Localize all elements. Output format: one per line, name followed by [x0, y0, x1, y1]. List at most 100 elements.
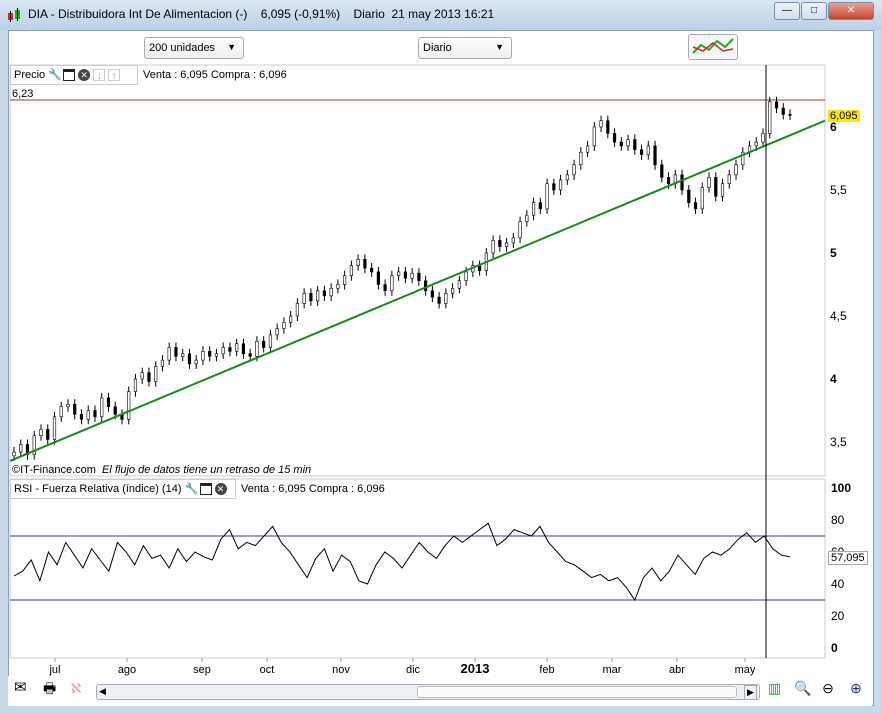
price-tick-label: 4,5	[830, 309, 847, 323]
candle-body	[100, 397, 104, 418]
chart-area[interactable]: 65,554,543,5 100806040200 julagosepoctno…	[0, 0, 882, 714]
candle-body	[295, 303, 300, 317]
rsi-tick-label: 40	[831, 577, 845, 591]
candle-body	[606, 120, 610, 134]
window-icon[interactable]	[63, 69, 76, 81]
close-circle-icon[interactable]: ✕	[214, 483, 227, 495]
candle-body	[774, 101, 779, 109]
price-panel-label: Precio	[14, 69, 46, 81]
print-icon[interactable]: 🖶	[43, 681, 56, 695]
candle-body	[720, 183, 725, 197]
zoom-fit-icon[interactable]: 🔍	[794, 681, 811, 695]
candle-body	[525, 214, 529, 222]
time-tick-label: nov	[332, 664, 350, 676]
candle-body	[424, 280, 428, 292]
wrench-icon[interactable]: 🔧	[48, 69, 62, 81]
candle-body	[444, 293, 448, 304]
high-label: 6,23	[12, 88, 34, 100]
candle-body	[316, 290, 320, 302]
candle-body	[660, 164, 664, 178]
candle-body	[86, 410, 90, 420]
email-icon[interactable]: ✉	[14, 680, 27, 695]
move-up-icon[interactable]: ↑	[108, 69, 121, 82]
candle-body	[572, 164, 576, 176]
unlink-icon[interactable]: ℵ	[70, 681, 82, 695]
candle-body	[275, 328, 279, 336]
candle-body	[181, 353, 185, 357]
scroll-left-icon[interactable]: ◀	[99, 686, 106, 697]
last-price-badge: 6,095	[828, 110, 860, 122]
horizontal-scrollbar[interactable]: ◀	[96, 684, 760, 700]
price-tick-label: 6	[830, 120, 837, 134]
copyright: ©IT-Finance.com	[12, 464, 96, 476]
time-tick-label: mar	[603, 664, 622, 676]
candle-body	[599, 120, 603, 128]
candle-body	[477, 265, 482, 271]
candle-body	[430, 290, 434, 298]
candle-body	[552, 183, 556, 191]
candle-body	[558, 179, 563, 191]
candle-body	[754, 141, 758, 147]
candle-body	[19, 444, 23, 453]
rsi-tick-label: 100	[831, 481, 851, 495]
price-panel-header: Precio 🔧 ✕ ↓ ↑	[10, 65, 138, 85]
candle-body	[545, 183, 549, 210]
candle-body	[349, 265, 353, 276]
rsi-panel-label: RSI - Fuerza Relativa (índice) (14)	[14, 483, 182, 495]
time-tick-label: abr	[669, 664, 685, 676]
close-circle-icon[interactable]: ✕	[78, 69, 91, 81]
price-tick-label: 3,5	[830, 435, 847, 449]
candle-body	[768, 101, 772, 134]
time-tick-label: jul	[48, 664, 60, 676]
time-tick-label: 2013	[461, 661, 490, 676]
wrench-icon[interactable]: 🔧	[185, 483, 199, 495]
time-tick-label: may	[735, 664, 756, 676]
candle-body	[376, 271, 380, 285]
candle-body	[255, 340, 259, 357]
rsi-panel-header: RSI - Fuerza Relativa (índice) (14) 🔧 ✕	[10, 479, 236, 499]
candle-body	[268, 334, 273, 348]
move-down-icon[interactable]: ↓	[93, 69, 106, 82]
candle-body	[93, 410, 97, 418]
candle-body	[397, 271, 401, 276]
zoom-out-icon[interactable]: ⊖	[822, 681, 834, 695]
candle-body	[437, 296, 441, 304]
candle-body	[302, 293, 306, 304]
price-tick-label: 5	[830, 246, 837, 260]
candle-body	[147, 372, 151, 382]
window-icon[interactable]	[199, 483, 212, 495]
candle-body	[282, 321, 286, 329]
candle-body	[336, 284, 340, 289]
candle-body	[565, 174, 569, 181]
candle-body	[370, 267, 374, 273]
rsi-tick-label: 20	[831, 609, 845, 623]
candle-body	[403, 271, 407, 279]
scroll-right-icon[interactable]: ▶	[744, 685, 757, 700]
candle-body	[363, 258, 367, 269]
candle-body	[221, 347, 225, 355]
candle-body	[167, 347, 171, 361]
candle-body	[329, 287, 333, 297]
candle-body	[356, 258, 360, 266]
rsi-tick-label: 80	[831, 513, 845, 527]
price-axis: 6 5,5 5 4,5 4 3,5	[830, 120, 847, 449]
candle-body	[498, 240, 502, 247]
candle-body	[626, 139, 630, 147]
price-tick-label: 5,5	[830, 183, 847, 197]
rsi-plot-frame	[9, 478, 826, 659]
rsi-axis: 100806040200	[831, 481, 851, 655]
scroll-thumb[interactable]	[417, 686, 737, 698]
candle-body	[410, 272, 414, 279]
candle-body	[707, 177, 711, 188]
candle-body	[133, 378, 138, 392]
candle-body	[457, 280, 461, 289]
zoom-in-icon[interactable]: ⊕	[850, 681, 862, 695]
price-tick-label: 4	[830, 372, 837, 386]
candle-body	[687, 189, 691, 203]
candle-body	[592, 126, 596, 147]
price-plot-frame	[9, 64, 826, 477]
bottom-toolbar: ✉ 🖶 ℵ ◀ ▶ ▥ 🔍 ⊖ ⊕	[8, 676, 872, 706]
candle-body	[228, 347, 232, 352]
candle-body	[579, 151, 583, 166]
chart-type-icon[interactable]: ▥	[768, 681, 781, 695]
